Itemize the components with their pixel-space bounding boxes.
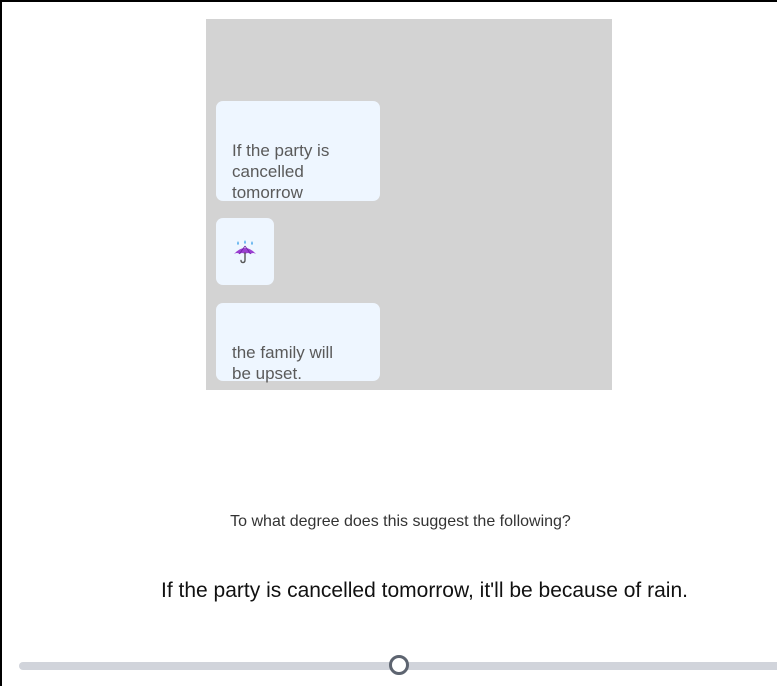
page-frame: If the party is cancelled tomorrow the f… <box>0 0 777 686</box>
umbrella-with-rain-drops-icon <box>232 218 258 286</box>
chat-message-text: If the party is cancelled tomorrow <box>232 141 330 202</box>
chat-bubble-emoji <box>216 218 274 285</box>
chat-bubble: If the party is cancelled tomorrow <box>216 101 380 202</box>
rating-slider-thumb[interactable] <box>389 655 409 675</box>
question-prompt: To what degree does this suggest the fol… <box>230 513 571 530</box>
chat-bubble: the family will be upset. <box>216 303 380 383</box>
statement-text: If the party is cancelled tomorrow, it'l… <box>161 579 688 602</box>
chat-panel: If the party is cancelled tomorrow the f… <box>206 19 612 390</box>
chat-message-text: the family will be upset. <box>232 343 334 383</box>
